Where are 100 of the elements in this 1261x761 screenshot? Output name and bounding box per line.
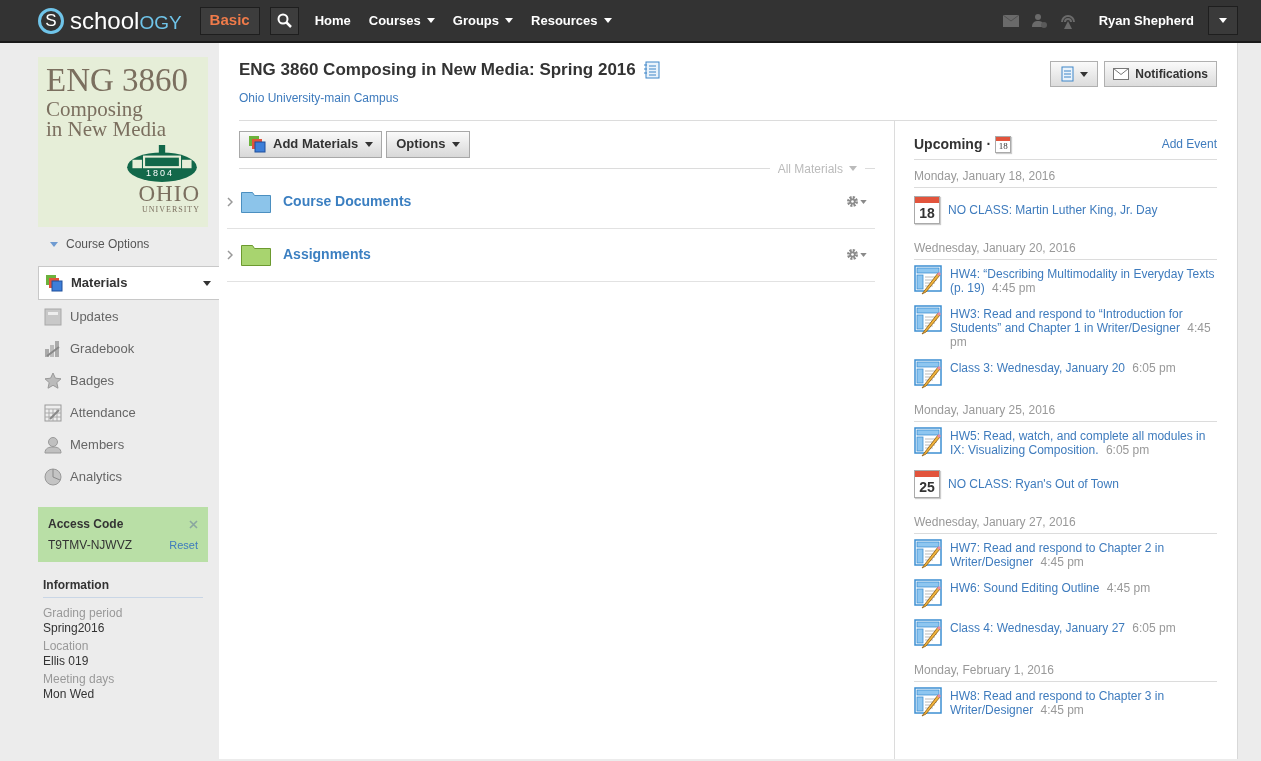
sidebar-menu-item[interactable]: Attendance [38,397,219,429]
caret-icon [1080,71,1089,77]
school-link[interactable]: Ohio University-main Campus [239,88,660,107]
calendar-icon: 18 [914,195,940,224]
event-link[interactable]: NO CLASS: Ryan's Out of Town [948,469,1119,491]
event-link[interactable]: Class 4: Wednesday, January 27 6:05 pm [950,618,1176,635]
field-value: Spring2016 [43,621,106,636]
caret-icon [849,166,857,171]
date-heading: Wednesday, January 27, 2016 [914,505,1217,534]
course-code: ENG 3860 [46,63,190,97]
settings-button[interactable] [846,195,867,208]
date-heading: Monday, February 1, 2016 [914,653,1217,682]
search-icon [276,13,292,28]
event-link[interactable]: HW5: Read, watch, and complete all modules in IX: Visualizing Composition. 6:05 pm [950,426,1217,457]
assignment-icon [914,686,942,717]
field-label: Location [43,639,90,654]
caret-icon [365,141,374,147]
settings-icon [846,195,859,208]
event-link[interactable]: NO CLASS: Martin Luther King, Jr. Day [948,195,1158,217]
sidebar-menu-item[interactable]: Materials [38,266,219,300]
grid-icon [44,404,62,422]
basic-mode-button[interactable]: Basic [199,6,260,35]
bar-chart-icon [44,340,62,358]
people-button[interactable] [1030,12,1047,29]
field-label: Grading period [43,606,124,621]
field-value: Mon Wed [43,687,96,702]
sidebar-menu-item[interactable]: Analytics [38,461,219,493]
person-icon [44,436,62,454]
sidebar-menu-item[interactable]: Updates [38,301,219,333]
course-title-line: Composing [46,99,143,119]
assignment-icon [914,426,942,457]
access-code-title: Access Code [48,516,124,533]
nav-link[interactable]: Home [314,10,351,31]
date-heading: Monday, January 18, 2016 [914,159,1217,188]
expand-icon [227,249,233,260]
event-link[interactable]: HW4: “Describing Multimodality in Everyday Texts (p. 19) 4:45 pm [950,264,1217,295]
assignment-icon [914,538,942,569]
settings-button[interactable] [846,248,867,261]
course-options-link[interactable]: Course Options [38,235,219,253]
assignment-icon [914,618,942,649]
notebook-menu-button[interactable] [1050,61,1099,87]
assignment-icon [914,304,942,335]
calendar-icon: 25 [914,469,940,498]
signal-button[interactable] [1058,12,1077,29]
information-heading: Information [43,576,203,598]
event-link[interactable]: HW8: Read and respond to Chapter 3 in Writer/Designer 4:45 pm [950,686,1217,717]
close-icon [189,519,198,529]
event-link[interactable]: HW3: Read and respond to “Introduction for Students” and Chapter 1 in Writer/Designer 4:45 pm [950,304,1217,349]
nav-link[interactable]: Courses [368,10,435,31]
caret-icon [452,141,461,147]
upcoming-heading: Upcoming [914,134,983,154]
people-icon [1030,12,1047,29]
signal-icon [1058,12,1077,29]
event-link[interactable]: HW6: Sound Editing Outline 4:45 pm [950,578,1151,595]
caret-icon [1219,18,1227,23]
assignment-icon [914,264,942,295]
settings-icon [846,248,859,261]
field-value: Ellis 019 [43,654,90,669]
notebook-icon [643,60,660,79]
nav-link[interactable]: Resources [531,10,612,31]
user-name-link[interactable]: Ryan Shepherd [1098,10,1194,31]
event-link[interactable]: HW7: Read and respond to Chapter 2 in Writer/Designer 4:45 pm [950,538,1217,569]
logo[interactable]: S schoolOGY [38,7,182,34]
field-label: Meeting days [43,672,116,687]
caret-icon [860,252,867,257]
assignment-icon [914,358,942,389]
expand-icon [227,196,233,207]
date-heading: Monday, January 25, 2016 [914,393,1217,422]
notifications-button[interactable]: Notifications [1104,61,1217,87]
add-event-link[interactable]: Add Event [1161,135,1217,153]
mail-button[interactable] [1002,14,1019,27]
calendar-icon: 18 [995,135,1012,153]
separator-dot: · [986,134,992,154]
updates-icon [44,308,62,326]
nav-link[interactable]: Groups [452,10,514,31]
access-code: T9TMV-NJWVZ [48,537,132,554]
caret-icon [860,199,867,204]
date-heading: Wednesday, January 20, 2016 [914,231,1217,260]
event-link[interactable]: Class 3: Wednesday, January 20 6:05 pm [950,358,1176,375]
mail-icon [1113,68,1130,80]
course-title: ENG 3860 Composing in New Media: Spring 2016 [239,59,636,81]
add-materials-button[interactable]: Add Materials [239,130,383,158]
sidebar-menu-item[interactable]: Badges [38,365,219,397]
reset-link[interactable]: Reset [169,536,198,554]
caret-icon [50,241,58,247]
options-button[interactable]: Options [386,130,471,158]
sidebar-menu-item[interactable]: Gradebook [38,333,219,365]
seal-year: 1804 [146,169,175,178]
search-button[interactable] [269,6,299,35]
materials-icon [45,274,63,292]
mail-icon [1002,14,1019,27]
star-icon [44,372,62,390]
pie-chart-icon [44,468,62,486]
folder-link[interactable]: Course Documents [283,191,846,212]
sidebar-menu-item[interactable]: Members [38,429,219,461]
user-menu-button[interactable] [1208,6,1238,35]
folder-link[interactable]: Assignments [283,244,846,265]
school-name: OHIO [138,183,200,205]
caret-icon [203,280,211,286]
materials-icon [248,135,266,153]
